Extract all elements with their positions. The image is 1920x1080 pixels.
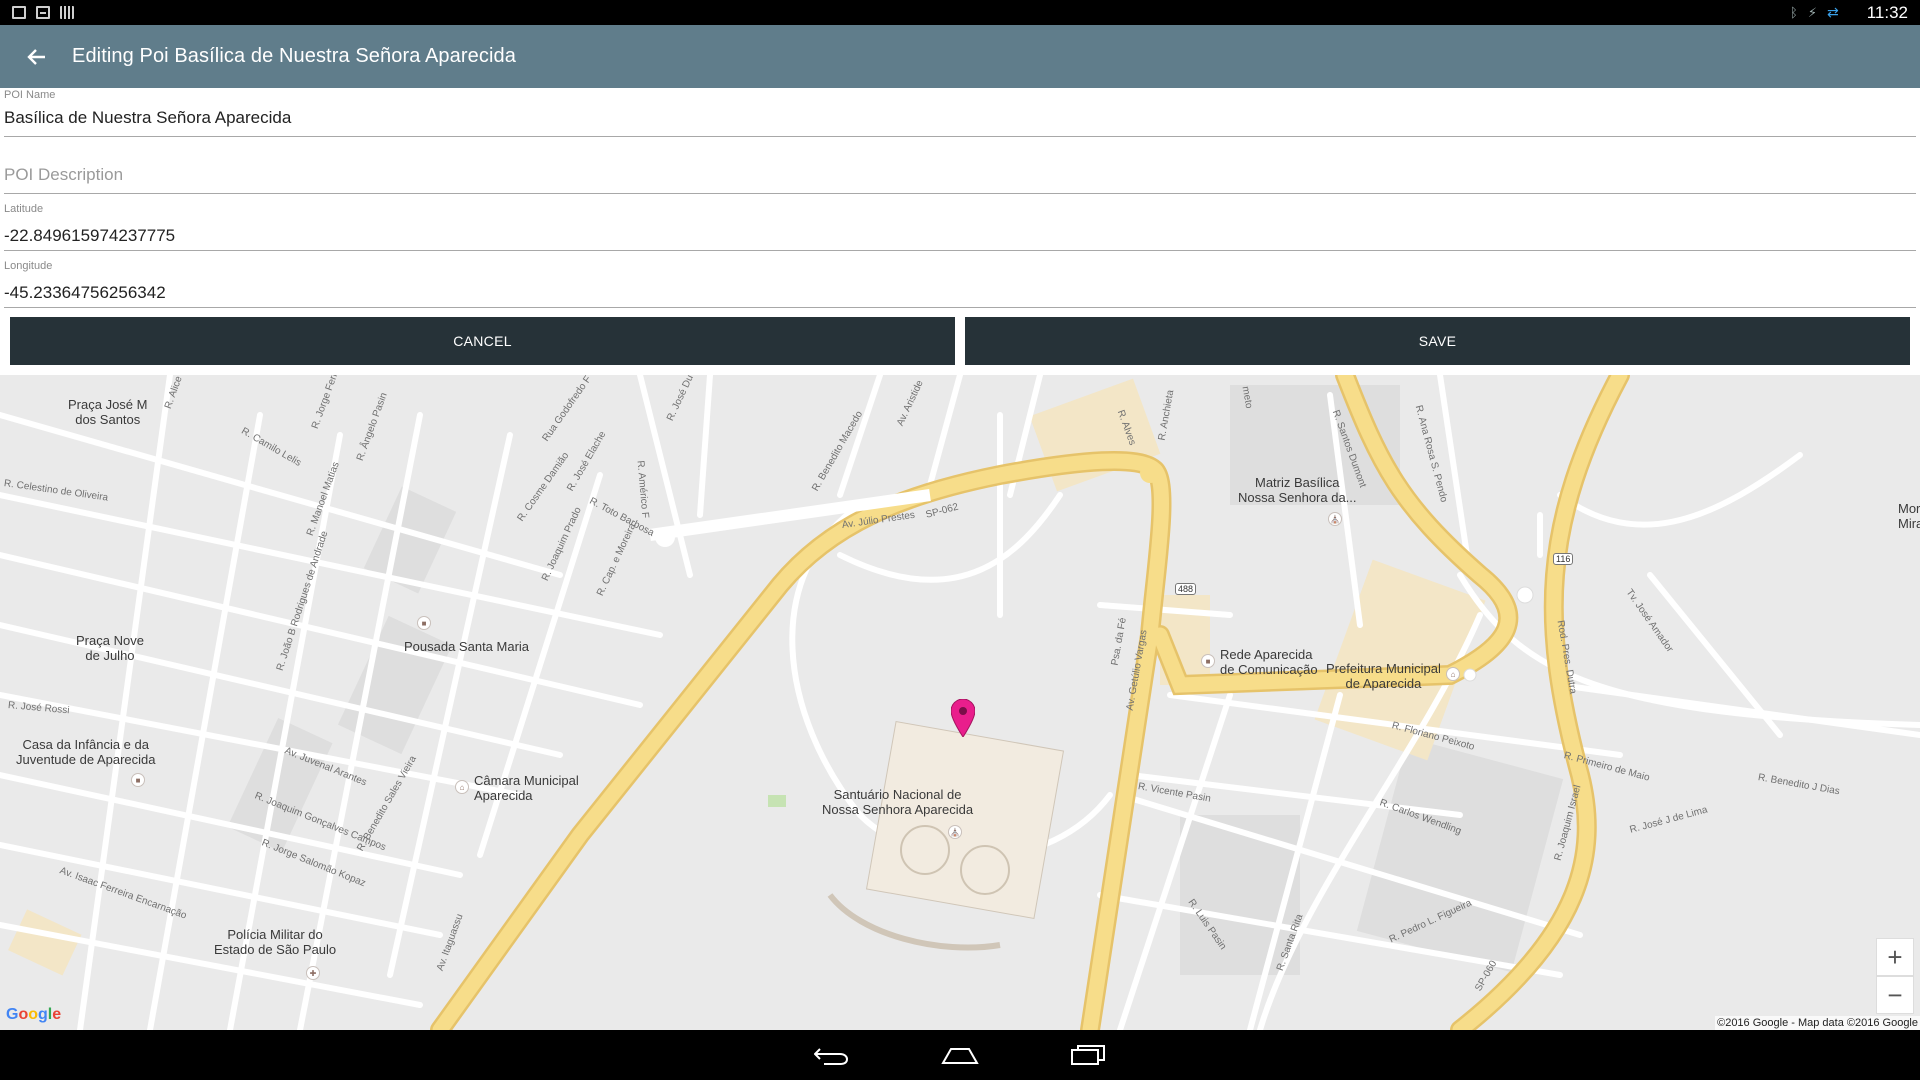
- office-icon: ■: [1201, 654, 1215, 668]
- home-icon[interactable]: [936, 1035, 984, 1075]
- map-place-praca-nove: Praça Nove de Julho: [76, 633, 144, 663]
- poi-name-input[interactable]: [4, 105, 1916, 131]
- church-icon: ⛪: [1328, 512, 1342, 526]
- bluetooth-icon: ᛒ: [1790, 5, 1798, 20]
- briefcase-icon: [36, 6, 50, 19]
- zoom-out-button[interactable]: −: [1876, 976, 1914, 1014]
- poi-description-field: [4, 160, 1916, 194]
- government-icon: ⌂: [455, 780, 469, 794]
- longitude-label: Longitude: [4, 260, 53, 272]
- map-place-casa-infancia: Casa da Infância e da Juventude de Aparec…: [16, 737, 156, 767]
- back-arrow-icon[interactable]: [0, 25, 72, 88]
- status-bar-left: [12, 6, 74, 19]
- map-place-prefeitura: Prefeitura Municipal de Aparecida: [1326, 661, 1441, 691]
- map-place-pousada: Pousada Santa Maria: [404, 639, 530, 654]
- church-icon: ⛪: [948, 825, 962, 839]
- longitude-field: Longitude: [4, 259, 1916, 308]
- map-marker-icon[interactable]: [951, 699, 975, 737]
- map-place-mor: Mor Mira: [1898, 501, 1920, 531]
- back-icon[interactable]: [808, 1035, 856, 1075]
- navigation-bar: [0, 1030, 1920, 1080]
- map-place-praca-jose: Praça José Mdos Santos: [68, 397, 148, 427]
- status-bar: ᛒ ⚡ ⇄ 11:32: [0, 0, 1920, 25]
- recents-icon[interactable]: [1064, 1035, 1112, 1075]
- map-place-matriz: Matriz Basílica Nossa Senhora da...: [1238, 475, 1357, 505]
- barcode-icon: [60, 6, 74, 19]
- government-icon: ⌂: [1446, 667, 1460, 681]
- building-icon: ■: [131, 773, 145, 787]
- image-icon: [12, 6, 26, 19]
- app-toolbar: Editing Poi Basílica de Nuestra Señora A…: [0, 25, 1920, 88]
- map-place-rede: Rede Aparecida de Comunicação: [1220, 647, 1318, 677]
- map-copyright: ©2016 Google - Map data ©2016 Google: [1715, 1016, 1920, 1030]
- poi-name-field: POI Name: [4, 88, 1916, 137]
- map-place-policia: Polícia Militar do Estado de São Paulo: [214, 927, 337, 957]
- google-logo: Google: [6, 1006, 62, 1023]
- latitude-field: Latitude: [4, 202, 1916, 251]
- latitude-label: Latitude: [4, 203, 44, 215]
- poi-name-label: POI Name: [4, 89, 56, 101]
- status-bar-right: ᛒ ⚡ ⇄ 11:32: [1790, 3, 1908, 23]
- route-shield-488: 488: [1175, 583, 1197, 595]
- map-place-santuario: Santuário Nacional de Nossa Senhora Apare…: [822, 787, 974, 817]
- lodging-icon: ■: [417, 616, 431, 630]
- route-shield-116: 116: [1553, 553, 1574, 565]
- sync-icon: ⇄: [1826, 4, 1839, 20]
- clock: 11:32: [1866, 2, 1908, 22]
- police-icon: ✚: [306, 966, 320, 980]
- zoom-in-button[interactable]: +: [1876, 938, 1914, 976]
- poi-description-input[interactable]: [4, 162, 1916, 188]
- map-view[interactable]: Praça José Mdos Santos Praça Nove de Julh…: [0, 375, 1920, 1030]
- save-button[interactable]: SAVE: [965, 317, 1910, 365]
- cancel-button[interactable]: CANCEL: [10, 317, 955, 365]
- latitude-input[interactable]: [4, 223, 1916, 249]
- signal-off-icon: ⚡: [1807, 4, 1817, 20]
- page-title: Editing Poi Basílica de Nuestra Señora A…: [72, 45, 516, 67]
- longitude-input[interactable]: [4, 280, 1916, 306]
- map-place-camara: Câmara Municipal Aparecida: [474, 773, 579, 803]
